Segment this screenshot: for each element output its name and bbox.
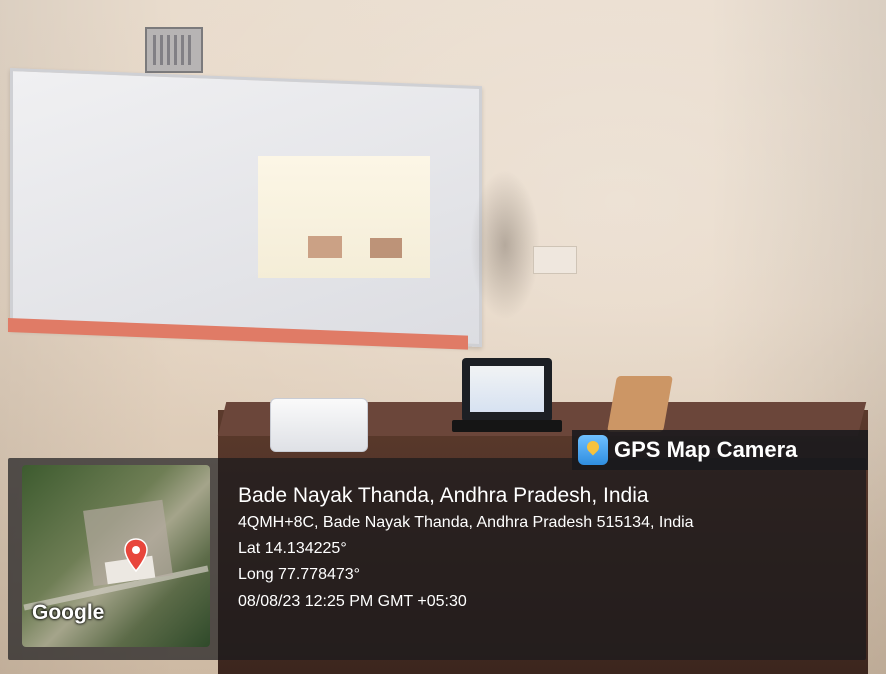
wall-plaque [145,27,203,73]
wooden-stand [607,376,673,432]
map-thumbnail[interactable]: Google [22,465,210,647]
laptop-screen [462,358,552,422]
gps-map-camera-brand: GPS Map Camera [572,430,868,470]
latitude: Lat 14.134225° [238,540,347,557]
brand-label: GPS Map Camera [614,437,798,462]
google-attribution: Google [32,601,105,624]
place-name: Bade Nayak Thanda, Andhra Pradesh, India [238,484,649,507]
projector [270,398,368,452]
map-pin-app-icon [578,435,608,465]
projected-image-right [370,238,402,258]
address: 4QMH+8C, Bade Nayak Thanda, Andhra Prade… [238,514,694,531]
projected-slide [258,156,430,278]
photo-scene: Google GPS Map Camera Bade Nayak Thanda,… [0,0,886,674]
location-pin-icon [124,538,148,572]
laptop-base [452,420,562,432]
location-details: Bade Nayak Thanda, Andhra Pradesh, India… [238,482,694,615]
timestamp: 08/08/23 12:25 PM GMT +05:30 [238,593,467,610]
projected-image-left [308,236,342,258]
wall-stain [470,170,540,320]
longitude: Long 77.778473° [238,566,361,583]
wall-switchboard [533,246,577,274]
